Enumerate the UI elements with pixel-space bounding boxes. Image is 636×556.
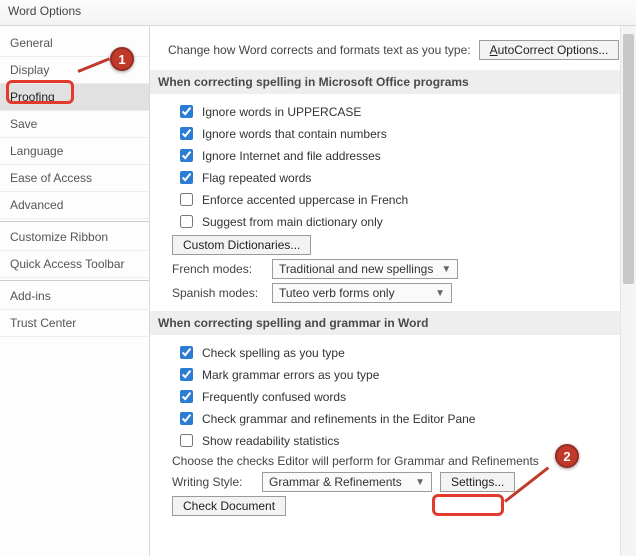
vertical-scrollbar[interactable] <box>620 26 636 556</box>
sidebar-item-ease-of-access[interactable]: Ease of Access <box>0 165 149 192</box>
chevron-down-icon: ▼ <box>415 477 425 488</box>
custom-dictionaries-button[interactable]: Custom Dictionaries... <box>172 235 311 255</box>
choose-checks-text: Choose the checks Editor will perform fo… <box>172 454 624 468</box>
writing-style-label: Writing Style: <box>172 475 254 489</box>
check-ignore-uppercase[interactable]: Ignore words in UPPERCASE <box>172 102 624 121</box>
check-flag-repeated[interactable]: Flag repeated words <box>172 168 624 187</box>
autocorrect-options-button[interactable]: AAutoCorrect Options...utoCorrect Option… <box>479 40 620 60</box>
sidebar-item-save[interactable]: Save <box>0 111 149 138</box>
check-ignore-internet[interactable]: Ignore Internet and file addresses <box>172 146 624 165</box>
content-panel: Change how Word corrects and formats tex… <box>150 26 636 556</box>
spanish-modes-select[interactable]: Tuteo verb forms only ▼ <box>272 283 452 303</box>
sidebar-item-advanced[interactable]: Advanced <box>0 192 149 219</box>
check-document-button[interactable]: Check Document <box>172 496 286 516</box>
check-spelling-as-you-type[interactable]: Check spelling as you type <box>172 343 624 362</box>
check-mark-grammar-errors[interactable]: Mark grammar errors as you type <box>172 365 624 384</box>
intro-text: Change how Word corrects and formats tex… <box>168 43 471 57</box>
check-grammar-refinements-pane[interactable]: Check grammar and refinements in the Edi… <box>172 409 624 428</box>
section-heading-office: When correcting spelling in Microsoft Of… <box>150 70 636 94</box>
spanish-modes-label: Spanish modes: <box>172 286 264 300</box>
sidebar: General Display Proofing Save Language E… <box>0 26 150 556</box>
window-title: Word Options <box>0 0 636 26</box>
sidebar-item-general[interactable]: General <box>0 30 149 57</box>
sidebar-item-quick-access-toolbar[interactable]: Quick Access Toolbar <box>0 251 149 278</box>
sidebar-item-display[interactable]: Display <box>0 57 149 84</box>
section-heading-word: When correcting spelling and grammar in … <box>150 311 636 335</box>
chevron-down-icon: ▼ <box>441 264 451 275</box>
writing-style-select[interactable]: Grammar & Refinements ▼ <box>262 472 432 492</box>
settings-button[interactable]: Settings... <box>440 472 515 492</box>
scroll-thumb[interactable] <box>623 34 634 284</box>
check-readability-stats[interactable]: Show readability statistics <box>172 431 624 450</box>
french-modes-label: French modes: <box>172 262 264 276</box>
check-main-dictionary[interactable]: Suggest from main dictionary only <box>172 212 624 231</box>
sidebar-item-language[interactable]: Language <box>0 138 149 165</box>
sidebar-item-customize-ribbon[interactable]: Customize Ribbon <box>0 224 149 251</box>
check-accented-french[interactable]: Enforce accented uppercase in French <box>172 190 624 209</box>
sidebar-item-trust-center[interactable]: Trust Center <box>0 310 149 337</box>
chevron-down-icon: ▼ <box>435 288 445 299</box>
sidebar-item-proofing[interactable]: Proofing <box>0 84 149 111</box>
french-modes-select[interactable]: Traditional and new spellings ▼ <box>272 259 458 279</box>
check-frequently-confused[interactable]: Frequently confused words <box>172 387 624 406</box>
check-ignore-numbers[interactable]: Ignore words that contain numbers <box>172 124 624 143</box>
sidebar-item-add-ins[interactable]: Add-ins <box>0 283 149 310</box>
